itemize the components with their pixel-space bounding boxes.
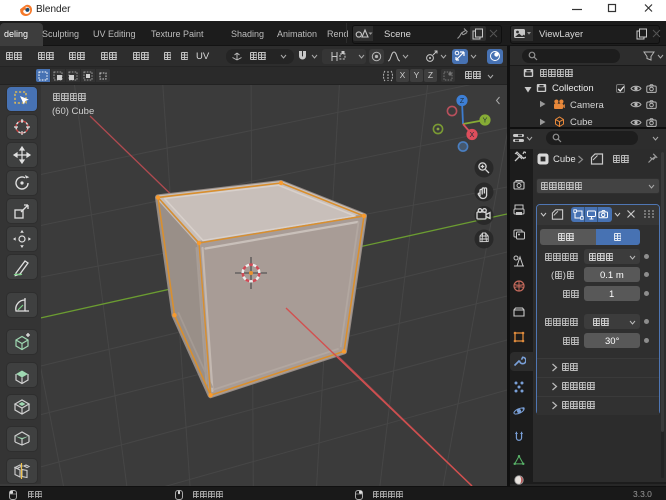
svg-text:Z: Z (460, 98, 465, 105)
svg-text:X: X (470, 132, 475, 139)
svg-text:Y: Y (483, 118, 488, 125)
